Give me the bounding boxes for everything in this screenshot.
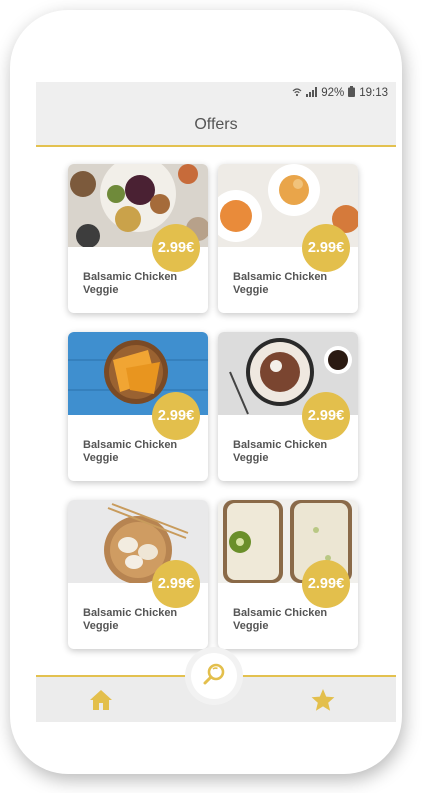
offer-card[interactable]: 2.99€ Balsamic Chicken Veggie bbox=[68, 164, 208, 313]
price-badge: 2.99€ bbox=[302, 560, 350, 608]
status-bar: 92% 19:13 bbox=[36, 82, 396, 104]
battery-icon bbox=[348, 86, 356, 100]
home-icon[interactable] bbox=[88, 687, 114, 713]
offer-name: Balsamic Chicken Veggie bbox=[83, 439, 178, 464]
offer-name: Balsamic Chicken Veggie bbox=[83, 607, 178, 632]
price-badge: 2.99€ bbox=[302, 392, 350, 440]
battery-percent: 92% bbox=[321, 87, 345, 99]
offer-card[interactable]: 2.99€ Balsamic Chicken Veggie bbox=[68, 332, 208, 481]
price-badge: 2.99€ bbox=[302, 224, 350, 272]
phone-frame: 92% 19:13 Offers 2.99€ Balsamic Chicken … bbox=[10, 10, 402, 774]
offer-name: Balsamic Chicken Veggie bbox=[233, 271, 328, 296]
offer-card[interactable]: 2.99€ Balsamic Chicken Veggie bbox=[68, 500, 208, 649]
clock: 19:13 bbox=[359, 87, 388, 99]
offer-card[interactable]: 2.99€ Balsamic Chicken Veggie bbox=[218, 332, 358, 481]
search-icon bbox=[201, 661, 227, 692]
price-badge: 2.99€ bbox=[152, 224, 200, 272]
price-badge: 2.99€ bbox=[152, 560, 200, 608]
signal-icon bbox=[306, 86, 318, 100]
offers-grid: 2.99€ Balsamic Chicken Veggie 2.99€ Bals… bbox=[36, 147, 396, 677]
offer-name: Balsamic Chicken Veggie bbox=[233, 439, 328, 464]
star-icon[interactable] bbox=[310, 687, 336, 713]
offer-card[interactable]: 2.99€ Balsamic Chicken Veggie bbox=[218, 164, 358, 313]
app-header: Offers bbox=[36, 104, 396, 147]
offer-card[interactable]: 2.99€ Balsamic Chicken Veggie bbox=[218, 500, 358, 649]
price-badge: 2.99€ bbox=[152, 392, 200, 440]
page-title: Offers bbox=[194, 115, 238, 133]
wifi-icon bbox=[292, 87, 302, 100]
app-screen: 92% 19:13 Offers 2.99€ Balsamic Chicken … bbox=[36, 82, 396, 722]
offer-name: Balsamic Chicken Veggie bbox=[83, 271, 178, 296]
search-button[interactable] bbox=[191, 653, 237, 699]
offer-name: Balsamic Chicken Veggie bbox=[233, 607, 328, 632]
